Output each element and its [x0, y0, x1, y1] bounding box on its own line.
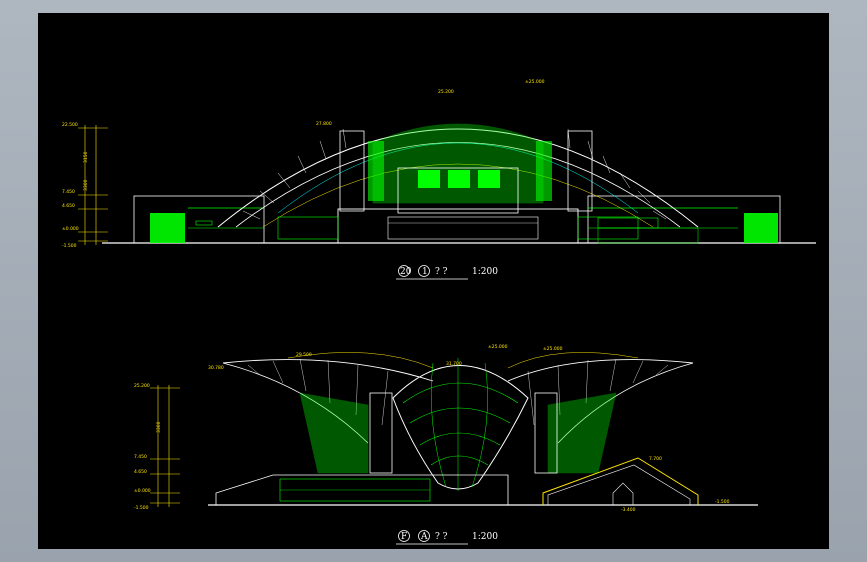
top-roof-label-1: 27.800 [316, 121, 332, 127]
top-title-axis: 1 [422, 267, 428, 277]
top-roof-label-0: 25.200 [438, 89, 454, 95]
bottom-roof-label-5: 7.700 [649, 456, 662, 462]
app-frame: 22.500 7.450 4.650 ±0.000 -1.500 3150 33… [0, 0, 867, 562]
bottom-roof-label-0: 29.500 [296, 352, 312, 358]
bottom-elevation-view: 25.200 7.450 4.650 ±0.000 -1.500 3300 29… [134, 344, 758, 545]
top-dimension-label-0: 3150 [83, 151, 89, 163]
top-elevation-label-3: ±0.000 [62, 226, 79, 232]
bottom-title-axis: A [420, 532, 428, 542]
bottom-title-rest: ? ? [435, 532, 448, 542]
bottom-elevation-title: F A ? ? 1:200 [396, 530, 498, 545]
bottom-left-glazing [299, 392, 369, 474]
bottom-elevation-label-3: ±0.000 [134, 488, 151, 494]
bottom-title-scale: 1:200 [472, 532, 498, 542]
top-title-number: 20 [400, 267, 412, 277]
bottom-roof-label-4: ±25.000 [543, 346, 563, 352]
top-dimension-label-1: 3300 [83, 179, 89, 191]
top-title-scale: 1:200 [472, 267, 498, 277]
top-central-facade [277, 123, 639, 244]
bottom-roof-label-7: -3.400 [621, 507, 636, 513]
top-roof-label-2: ±25.000 [525, 79, 545, 85]
bottom-title-number: F [401, 532, 407, 542]
bottom-elevation-label-4: -1.500 [134, 505, 149, 511]
top-elevation-label-2: 4.650 [62, 203, 75, 209]
bottom-roof-label-2: 31.700 [446, 361, 462, 367]
bottom-dimension-label-0: 3300 [156, 421, 162, 433]
bottom-roof-label-1: 30.780 [208, 365, 224, 371]
bottom-right-glazing [547, 392, 617, 474]
bottom-elevation-label-2: 4.650 [134, 469, 147, 475]
bottom-left-tower [369, 392, 393, 474]
top-elevation-view: 22.500 7.450 4.650 ±0.000 -1.500 3150 33… [62, 79, 816, 280]
bottom-roof-label-3: ±25.000 [488, 344, 508, 350]
top-elevation-label-0: 22.500 [62, 122, 78, 128]
top-elevation-label-4: -1.500 [62, 243, 77, 249]
top-elevation-label-1: 7.450 [62, 189, 75, 195]
bottom-podium [215, 457, 699, 505]
top-title-rest: ? ? [435, 267, 448, 277]
bottom-roof-label-6: -1.500 [715, 499, 730, 505]
bottom-elevation-label-0: 25.200 [134, 383, 150, 389]
bottom-dimension-ladder: 25.200 7.450 4.650 ±0.000 -1.500 3300 [134, 383, 180, 511]
bottom-central-dome [392, 358, 529, 491]
drawing-canvas[interactable]: 22.500 7.450 4.650 ±0.000 -1.500 3150 33… [38, 13, 829, 549]
top-elevation-title: 20 1 ? ? 1:200 [396, 265, 498, 280]
elevation-drawing: 22.500 7.450 4.650 ±0.000 -1.500 3150 33… [62, 79, 816, 545]
top-left-wing [133, 195, 265, 244]
bottom-elevation-label-1: 7.450 [134, 454, 147, 460]
top-right-wing [587, 195, 781, 244]
top-dimension-ladder: 22.500 7.450 4.650 ±0.000 -1.500 3150 33… [62, 122, 108, 249]
